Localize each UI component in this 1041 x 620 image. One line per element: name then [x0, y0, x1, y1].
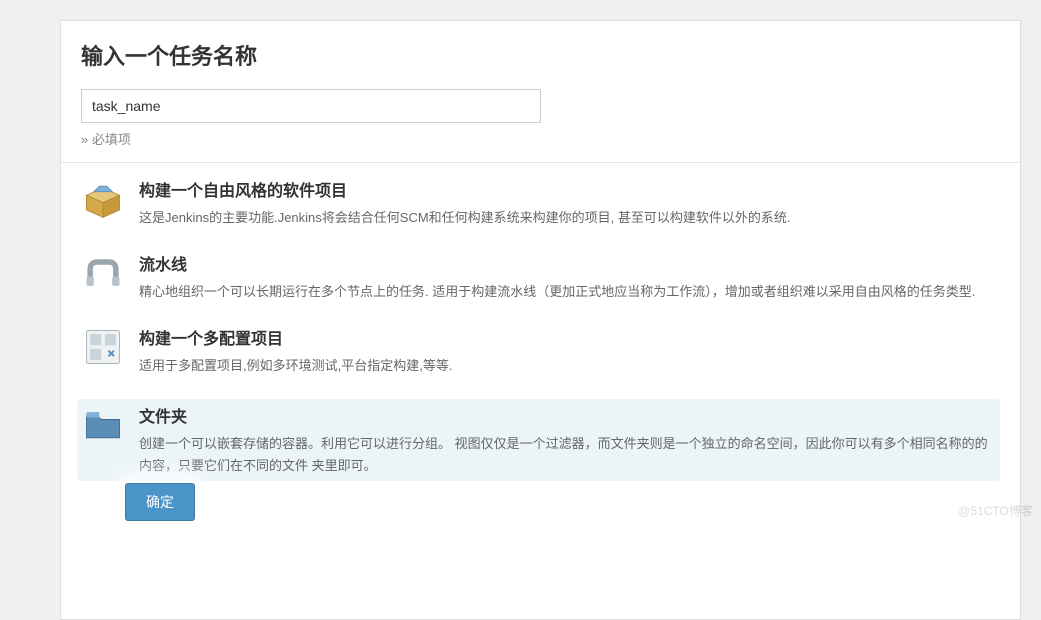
box-icon — [81, 177, 125, 221]
job-type-freestyle[interactable]: 构建一个自由风格的软件项目 这是Jenkins的主要功能.Jenkins将会结合… — [81, 177, 1000, 229]
matrix-icon — [81, 325, 125, 369]
job-type-title: 流水线 — [139, 251, 1000, 275]
page-title: 输入一个任务名称 — [81, 39, 1000, 71]
ok-button[interactable]: 确定 — [125, 483, 195, 521]
job-type-multiconfig[interactable]: 构建一个多配置项目 适用于多配置项目,例如多环境测试,平台指定构建,等等. — [81, 325, 1000, 377]
job-type-list: 构建一个自由风格的软件项目 这是Jenkins的主要功能.Jenkins将会结合… — [61, 163, 1020, 513]
watermark: @51CTO博客 — [958, 502, 1033, 519]
item-name-input[interactable] — [81, 89, 541, 123]
job-type-desc: 精心地组织一个可以长期运行在多个节点上的任务. 适用于构建流水线（更加正式地应当… — [139, 281, 1000, 303]
required-hint: » 必填项 — [81, 129, 1000, 148]
job-type-desc: 适用于多配置项目,例如多环境测试,平台指定构建,等等. — [139, 355, 1000, 377]
job-type-title: 文件夹 — [139, 403, 996, 427]
job-type-desc: 这是Jenkins的主要功能.Jenkins将会结合任何SCM和任何构建系统来构… — [139, 207, 1000, 229]
job-type-desc: 创建一个可以嵌套存储的容器。利用它可以进行分组。 视图仅仅是一个过滤器，而文件夹… — [139, 433, 996, 477]
header-section: 输入一个任务名称 » 必填项 — [61, 21, 1020, 148]
new-item-panel: 输入一个任务名称 » 必填项 构建一个自由风格的软件项目 这是Jenkins的主… — [60, 20, 1021, 620]
job-type-title: 构建一个自由风格的软件项目 — [139, 177, 1000, 201]
job-type-pipeline[interactable]: 流水线 精心地组织一个可以长期运行在多个节点上的任务. 适用于构建流水线（更加正… — [81, 251, 1000, 303]
job-type-folder[interactable]: 文件夹 创建一个可以嵌套存储的容器。利用它可以进行分组。 视图仅仅是一个过滤器，… — [77, 399, 1000, 481]
job-type-title: 构建一个多配置项目 — [139, 325, 1000, 349]
pipe-icon — [81, 251, 125, 295]
folder-icon — [81, 403, 125, 447]
